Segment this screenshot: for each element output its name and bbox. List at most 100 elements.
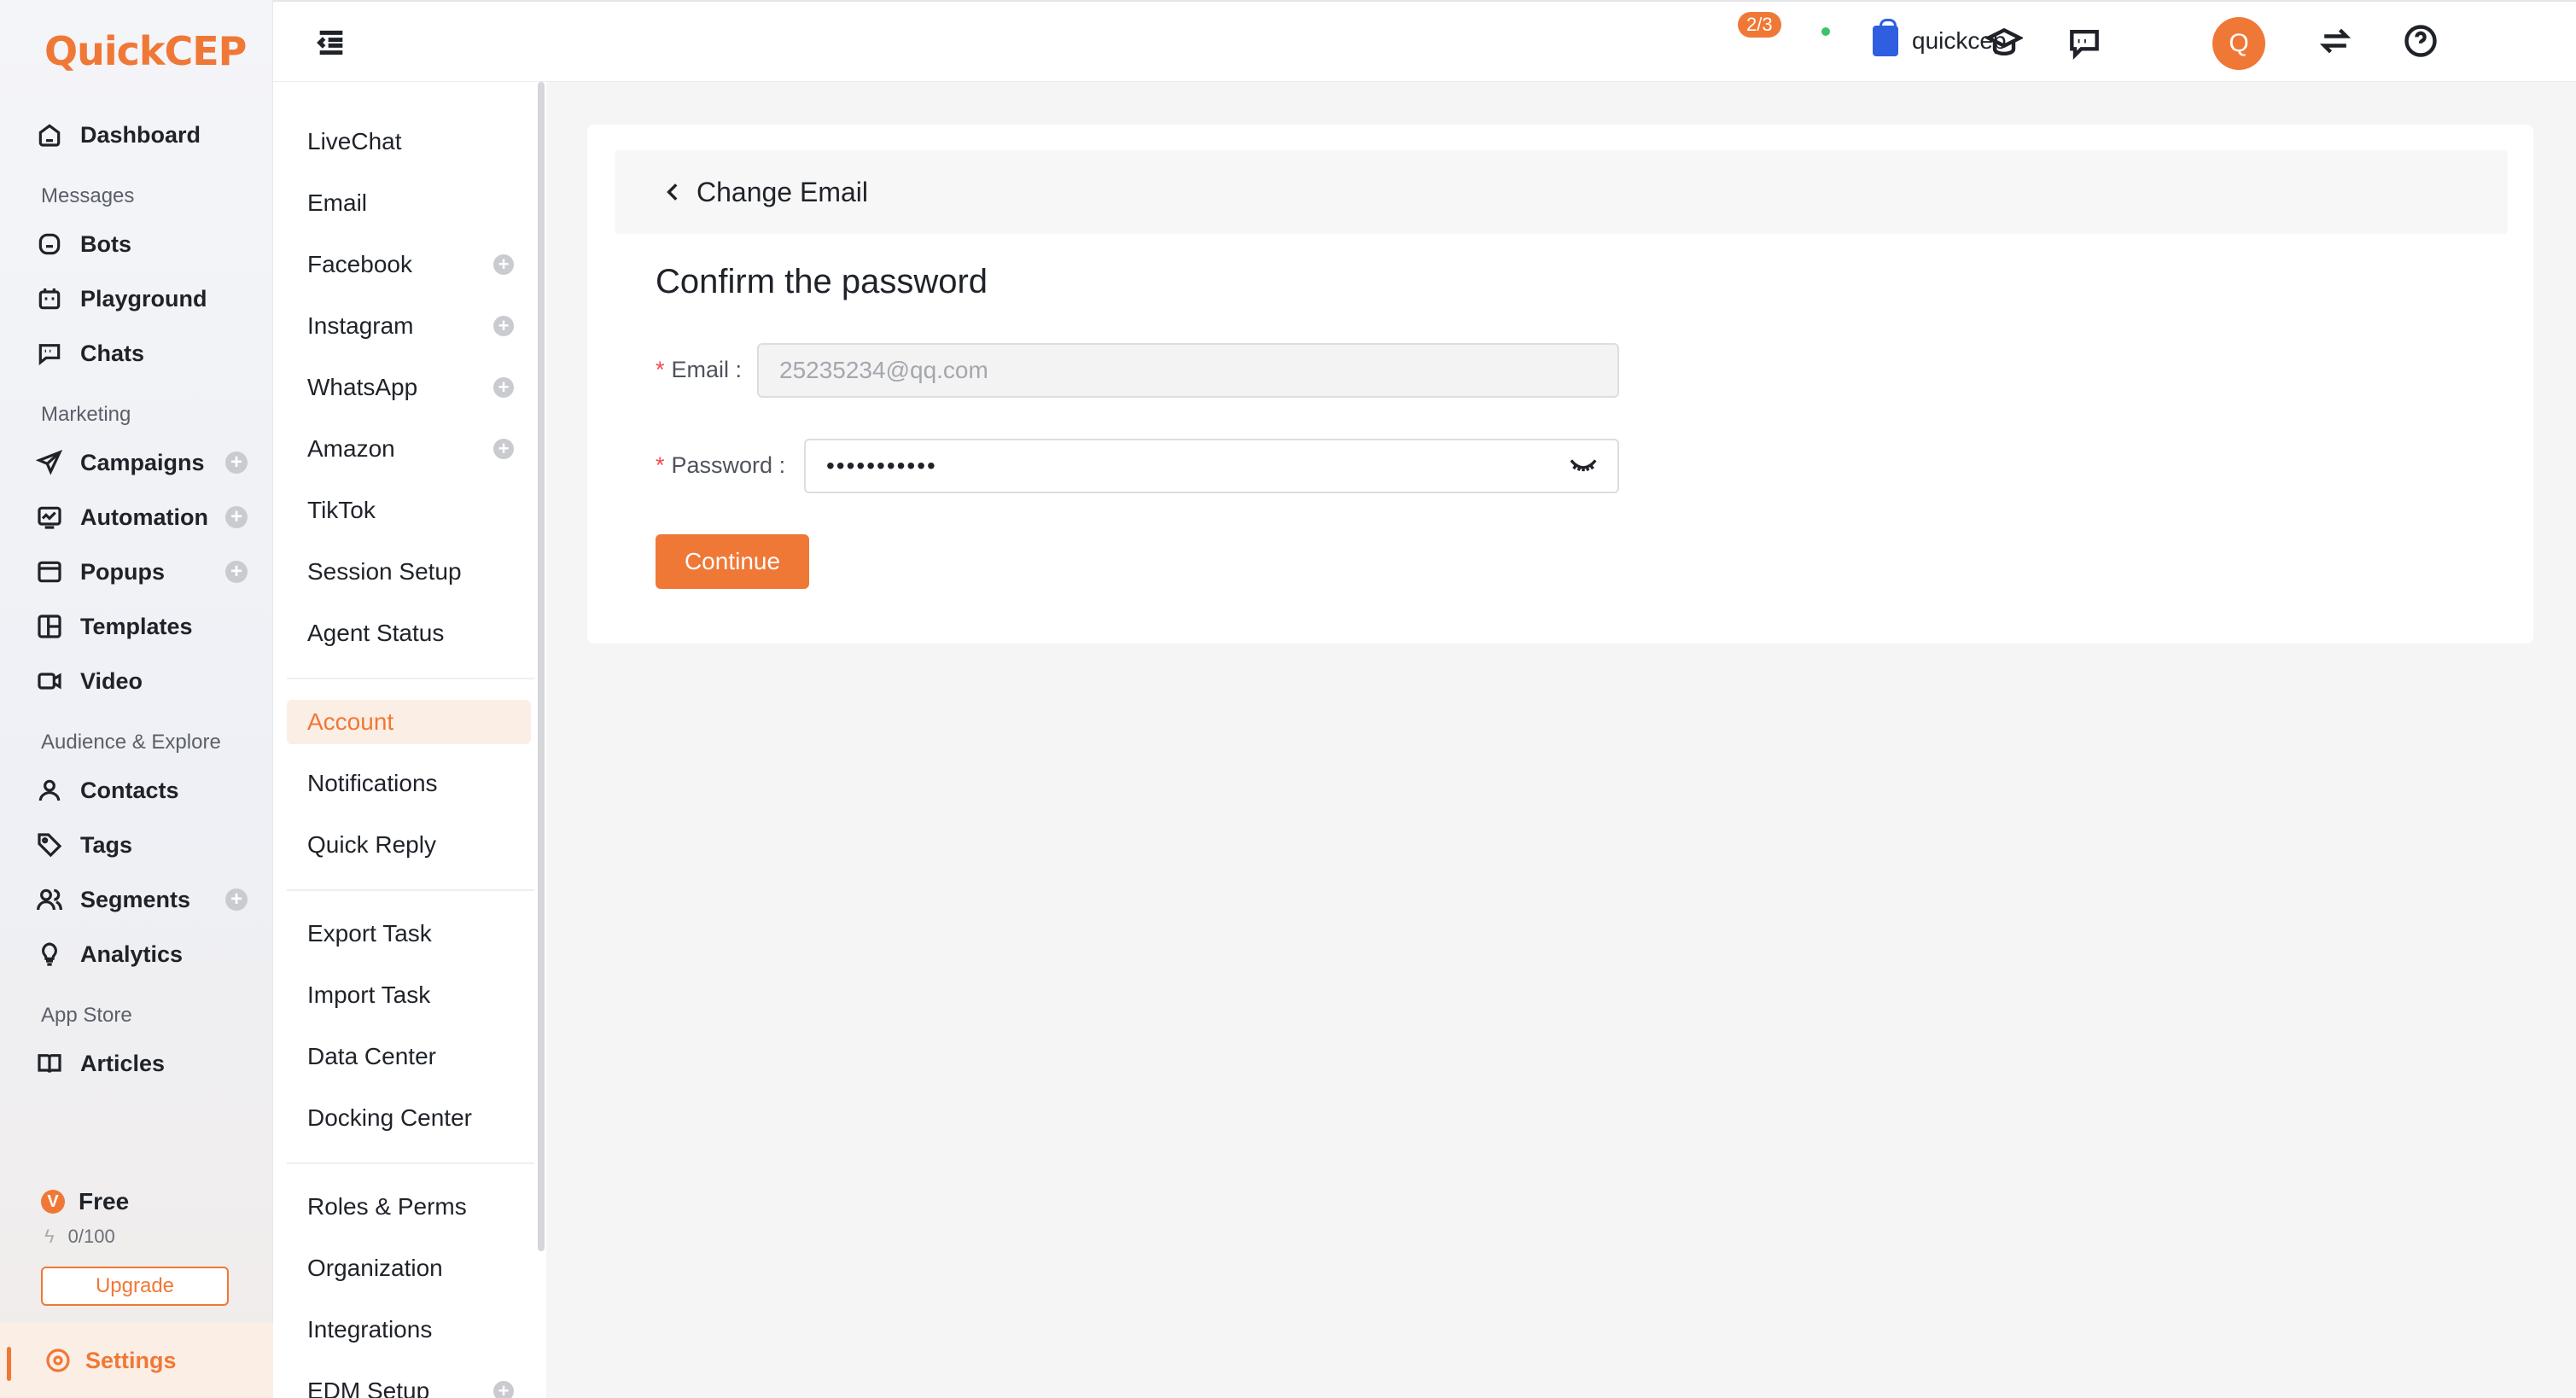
sidebar-item-label: Video: [80, 667, 143, 694]
subnav-item-tiktok[interactable]: TikTok: [287, 488, 531, 533]
subnav-label: Agent Status: [307, 620, 445, 646]
switch-arrows-icon[interactable]: [2317, 22, 2354, 60]
sidebar-item-label: Automation: [80, 504, 208, 530]
sidebar-item-label: Chats: [80, 340, 145, 366]
subnav-item-account[interactable]: Account: [287, 700, 531, 744]
sidebar-item-templates[interactable]: Templates: [34, 603, 248, 650]
settings-icon: [44, 1347, 72, 1374]
subnav-label: Account: [307, 708, 394, 735]
sidebar-item-video[interactable]: Video: [34, 657, 248, 705]
avatar[interactable]: Q: [2212, 17, 2265, 70]
plus-icon[interactable]: +: [493, 439, 514, 459]
sidebar-item-playground[interactable]: Playground: [34, 275, 248, 323]
subnav-label: Export Task: [307, 920, 432, 947]
email-label-text: Email: [671, 357, 730, 382]
plus-icon[interactable]: +: [493, 316, 514, 336]
subnav-item-whatsapp[interactable]: WhatsApp +: [287, 365, 531, 410]
vip-badge-icon: V: [41, 1190, 65, 1214]
sidebar-item-campaigns[interactable]: Campaigns +: [34, 439, 248, 486]
shop-name: quickcep: [1912, 27, 2007, 54]
subnav-item-import-task[interactable]: Import Task: [287, 973, 531, 1017]
subnav-item-edm-setup[interactable]: EDM Setup +: [287, 1369, 531, 1398]
lightbulb-icon: [34, 939, 65, 970]
plus-icon[interactable]: +: [225, 561, 248, 583]
subnav-item-docking-center[interactable]: Docking Center: [287, 1096, 531, 1140]
subnav-item-amazon[interactable]: Amazon +: [287, 427, 531, 471]
subnav-item-data-center[interactable]: Data Center: [287, 1034, 531, 1079]
subnav-label: LiveChat: [307, 128, 402, 154]
subnav-item-livechat[interactable]: LiveChat: [287, 119, 531, 164]
message-icon[interactable]: [2066, 24, 2103, 61]
sidebar-item-analytics[interactable]: Analytics: [34, 930, 248, 978]
shop-switcher[interactable]: quickcep: [1873, 19, 2007, 60]
sidebar-item-label: Playground: [80, 285, 207, 312]
sidebar-item-label: Bots: [80, 230, 131, 257]
subnav-item-facebook[interactable]: Facebook +: [287, 242, 531, 287]
password-field[interactable]: •••••••••••: [804, 439, 1619, 493]
form-title: Confirm the password: [656, 263, 988, 300]
subnav-item-agent-status[interactable]: Agent Status: [287, 611, 531, 655]
subnav-label: Organization: [307, 1255, 443, 1281]
subnav-item-quick-reply[interactable]: Quick Reply: [287, 823, 531, 867]
subnav-item-export-task[interactable]: Export Task: [287, 912, 531, 956]
sidebar-item-popups[interactable]: Popups +: [34, 548, 248, 596]
sidebar-item-tags[interactable]: Tags: [34, 821, 248, 869]
divider: [287, 678, 534, 679]
plan-usage: 0/100: [67, 1226, 115, 1247]
plus-icon[interactable]: +: [225, 888, 248, 911]
chevron-left-icon[interactable]: [662, 181, 685, 203]
continue-button[interactable]: Continue: [656, 534, 809, 589]
video-icon: [34, 666, 65, 696]
subnav-label: Notifications: [307, 770, 438, 796]
subnav-item-session-setup[interactable]: Session Setup: [287, 550, 531, 594]
logo-mid: uick: [77, 28, 165, 74]
sidebar-item-settings[interactable]: Settings: [0, 1323, 273, 1398]
change-email-card: Change Email Confirm the password * Email…: [587, 125, 2533, 644]
bot-icon: [34, 229, 65, 259]
email-field[interactable]: 25235234@qq.com: [757, 343, 1619, 398]
sidebar-item-articles[interactable]: Articles: [34, 1040, 248, 1087]
section-audience: Audience & Explore: [41, 731, 221, 754]
subnav-item-organization[interactable]: Organization: [287, 1246, 531, 1290]
section-messages: Messages: [41, 184, 135, 207]
plus-icon[interactable]: +: [493, 254, 514, 275]
chat-icon: [34, 338, 65, 369]
online-status-dot: [1820, 26, 1832, 38]
menu-toggle-icon[interactable]: [314, 26, 348, 60]
sidebar-item-segments[interactable]: Segments +: [34, 876, 248, 923]
subnav-item-email[interactable]: Email: [287, 181, 531, 225]
subnav-item-instagram[interactable]: Instagram +: [287, 304, 531, 348]
sidebar-item-dashboard[interactable]: Dashboard: [34, 111, 248, 159]
password-label: * Password :: [656, 452, 786, 478]
shopping-bag-icon: [1873, 19, 1898, 56]
subnav-label: Amazon: [307, 435, 395, 462]
upgrade-button[interactable]: Upgrade: [41, 1267, 229, 1306]
subnav-item-roles-perms[interactable]: Roles & Perms: [287, 1185, 531, 1229]
users-icon: [34, 884, 65, 915]
plan-name: Free: [79, 1188, 130, 1215]
help-icon[interactable]: [2402, 22, 2439, 60]
subnav-scrollbar[interactable]: [538, 82, 545, 1251]
eye-closed-icon[interactable]: [1569, 452, 1598, 478]
bolt-icon: ϟ: [44, 1226, 55, 1247]
subnav-label: Facebook: [307, 251, 412, 277]
email-label: * Email :: [656, 357, 743, 382]
sidebar-item-chats[interactable]: Chats: [34, 329, 248, 377]
back-header[interactable]: Change Email: [615, 150, 2508, 234]
sidebar-item-bots[interactable]: Bots: [34, 220, 248, 268]
sidebar-item-contacts[interactable]: Contacts: [34, 766, 248, 814]
plus-icon[interactable]: +: [493, 1381, 514, 1398]
onboarding-badge[interactable]: 2/3: [1738, 12, 1781, 38]
plus-icon[interactable]: +: [225, 506, 248, 528]
template-icon: [34, 611, 65, 642]
subnav-item-integrations[interactable]: Integrations: [287, 1308, 531, 1352]
sidebar-item-label: Settings: [85, 1347, 177, 1373]
plus-icon[interactable]: +: [493, 377, 514, 398]
plus-icon[interactable]: +: [225, 451, 248, 474]
sidebar-item-automation[interactable]: Automation +: [34, 493, 248, 541]
quickcep-logo[interactable]: Quick CEP: [44, 26, 247, 77]
active-indicator: [7, 1347, 11, 1381]
subnav-item-notifications[interactable]: Notifications: [287, 761, 531, 806]
sidebar-item-label: Tags: [80, 831, 133, 858]
sidebar-item-label: Campaigns: [80, 449, 205, 475]
